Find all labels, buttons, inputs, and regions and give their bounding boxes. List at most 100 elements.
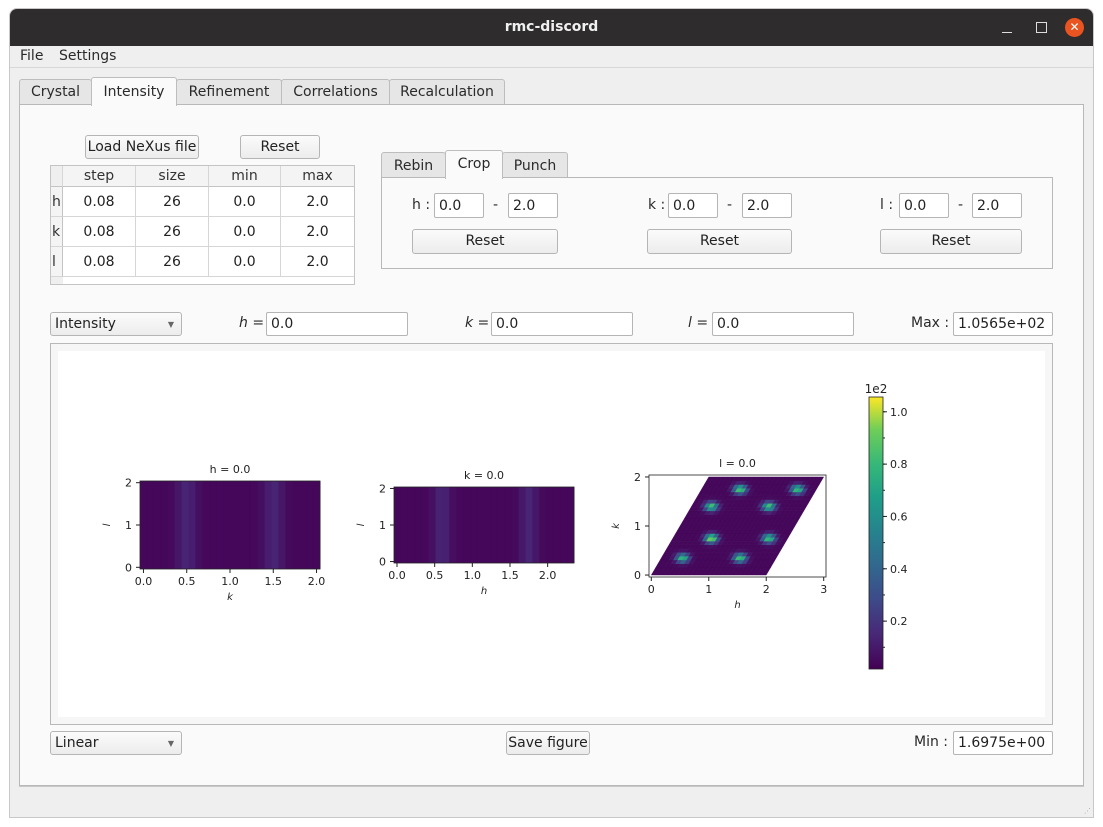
crop-k-reset-button[interactable]: Reset [647, 229, 792, 254]
x-tick-label: 1.0 [464, 569, 482, 582]
crop-k-max-input[interactable]: 2.0 [742, 193, 792, 218]
heatmap-cell [463, 487, 471, 563]
crop-h-min-input[interactable]: 0.0 [434, 193, 484, 218]
crop-l-label: l : [880, 197, 894, 213]
heatmap-cell [449, 487, 457, 563]
minimize-icon[interactable] [1002, 9, 1016, 46]
table-cell[interactable]: 0.08 [63, 247, 136, 277]
min-input[interactable]: 1.6975e+00 [953, 731, 1053, 755]
menu-file[interactable]: File [20, 48, 43, 64]
table-cell[interactable]: 0.0 [209, 247, 281, 277]
x-tick-label: 0.5 [178, 575, 196, 588]
colorbar-tick-label: 0.2 [890, 615, 908, 628]
plot-title: l = 0.0 [719, 457, 756, 470]
heatmap-cell [292, 481, 300, 569]
y-tick-label: 0 [125, 561, 132, 574]
heatmap-cell [394, 487, 402, 563]
plot-type-select[interactable]: Intensity ▼ [50, 312, 182, 336]
subtab-crop[interactable]: Crop [445, 150, 503, 179]
row-header-k[interactable]: k [51, 217, 63, 247]
crop-l-min-input[interactable]: 0.0 [899, 193, 949, 218]
intensity-pane: Load NeXus file Reset step size min max … [19, 104, 1084, 786]
processing-tab-bar: Rebin Crop Punch [381, 150, 581, 179]
max-input[interactable]: 1.0565e+02 [953, 312, 1053, 336]
table-cell[interactable]: 26 [136, 247, 209, 277]
heatmap-cell [216, 481, 224, 569]
column-header-size[interactable]: size [136, 166, 209, 187]
heatmap-cell [285, 481, 293, 569]
colorbar-tick-label: 0.6 [890, 510, 908, 523]
x-tick-label: 3 [820, 583, 827, 596]
table-cell[interactable]: 26 [136, 187, 209, 217]
x-tick-label: 0.0 [135, 575, 153, 588]
max-label: Max : [911, 315, 950, 331]
crop-l-reset-button[interactable]: Reset [880, 229, 1022, 254]
x-tick-label: 1.0 [221, 575, 239, 588]
crop-h-max-input[interactable]: 2.0 [508, 193, 558, 218]
heatmap-cell [140, 481, 148, 569]
reset-button[interactable]: Reset [240, 135, 320, 159]
heatmap-cell [456, 487, 464, 563]
x-tick-label: 2.0 [308, 575, 326, 588]
y-axis-label: l [102, 523, 113, 526]
table-cell[interactable]: 0.0 [209, 187, 281, 217]
tab-refinement[interactable]: Refinement [176, 79, 282, 105]
y-tick-label: 2 [379, 482, 386, 495]
row-header-h[interactable]: h [51, 187, 63, 217]
y-tick-label: 2 [634, 471, 641, 484]
x-tick-label: 1.5 [265, 575, 283, 588]
x-tick-label: 0.0 [388, 569, 406, 582]
crop-pane: h : 0.0 - 2.0 Reset k : 0.0 - 2.0 Reset … [381, 177, 1053, 269]
table-cell[interactable]: 0.0 [209, 217, 281, 247]
table-cell[interactable]: 2.0 [281, 187, 354, 217]
heatmap-cell [313, 481, 321, 569]
heatmap-cell [490, 487, 499, 563]
binning-table: step size min max h 0.08 26 0.0 2.0 k 0.… [50, 165, 355, 285]
table-cell[interactable]: 26 [136, 217, 209, 247]
save-figure-button[interactable]: Save figure [506, 731, 590, 755]
column-header-step[interactable]: step [63, 166, 136, 187]
heatmap-cell [477, 487, 485, 563]
heatmap-cell [421, 487, 430, 563]
tab-crystal[interactable]: Crystal [19, 79, 92, 105]
tab-intensity[interactable]: Intensity [91, 77, 177, 106]
resize-grip-icon[interactable]: ⋰ [1084, 807, 1091, 815]
tab-recalculation[interactable]: Recalculation [389, 79, 505, 105]
heatmap-cell [257, 481, 266, 569]
y-tick-label: 1 [125, 519, 132, 532]
k-slice-input[interactable]: 0.0 [491, 312, 633, 336]
l-slice-input[interactable]: 0.0 [712, 312, 854, 336]
heatmap-cell [202, 481, 210, 569]
subtab-rebin[interactable]: Rebin [381, 152, 446, 178]
crop-l-max-input[interactable]: 2.0 [972, 193, 1022, 218]
heatmap-cell [271, 481, 279, 569]
scale-select[interactable]: Linear ▼ [50, 731, 182, 755]
x-axis-label: k [227, 592, 234, 603]
tab-correlations[interactable]: Correlations [281, 79, 390, 105]
x-tick-label: 1.5 [501, 569, 519, 582]
heatmap-cell [243, 481, 252, 569]
column-header-min[interactable]: min [209, 166, 281, 187]
subtab-punch[interactable]: Punch [502, 152, 568, 178]
table-cell[interactable]: 2.0 [281, 247, 354, 277]
table-corner [51, 166, 63, 187]
h-slice-input[interactable]: 0.0 [266, 312, 408, 336]
load-nexus-button[interactable]: Load NeXus file [85, 135, 199, 159]
close-icon[interactable]: ✕ [1065, 18, 1084, 37]
table-cell[interactable]: 0.08 [63, 217, 136, 247]
heatmap-cell [567, 487, 575, 563]
row-header-l[interactable]: l [51, 247, 63, 277]
table-cell[interactable]: 0.08 [63, 187, 136, 217]
heatmap-cell [278, 481, 286, 569]
heatmap-cell [435, 487, 443, 563]
crop-h-reset-button[interactable]: Reset [412, 229, 558, 254]
figure-canvas[interactable]: 0.0 0.5 1.0 1.5 2.0 0 1 2 h = 0.0 k l 0.0 0.5 1.0 1.5 2… [58, 351, 1045, 717]
menu-settings[interactable]: Settings [59, 48, 116, 64]
heatmap-cell [525, 487, 533, 563]
column-header-max[interactable]: max [281, 166, 354, 187]
table-cell[interactable]: 2.0 [281, 217, 354, 247]
crop-k-min-input[interactable]: 0.0 [668, 193, 718, 218]
window-title: rmc-discord [504, 19, 599, 35]
heatmap-cell [414, 487, 423, 563]
heatmap-cell [497, 487, 506, 563]
